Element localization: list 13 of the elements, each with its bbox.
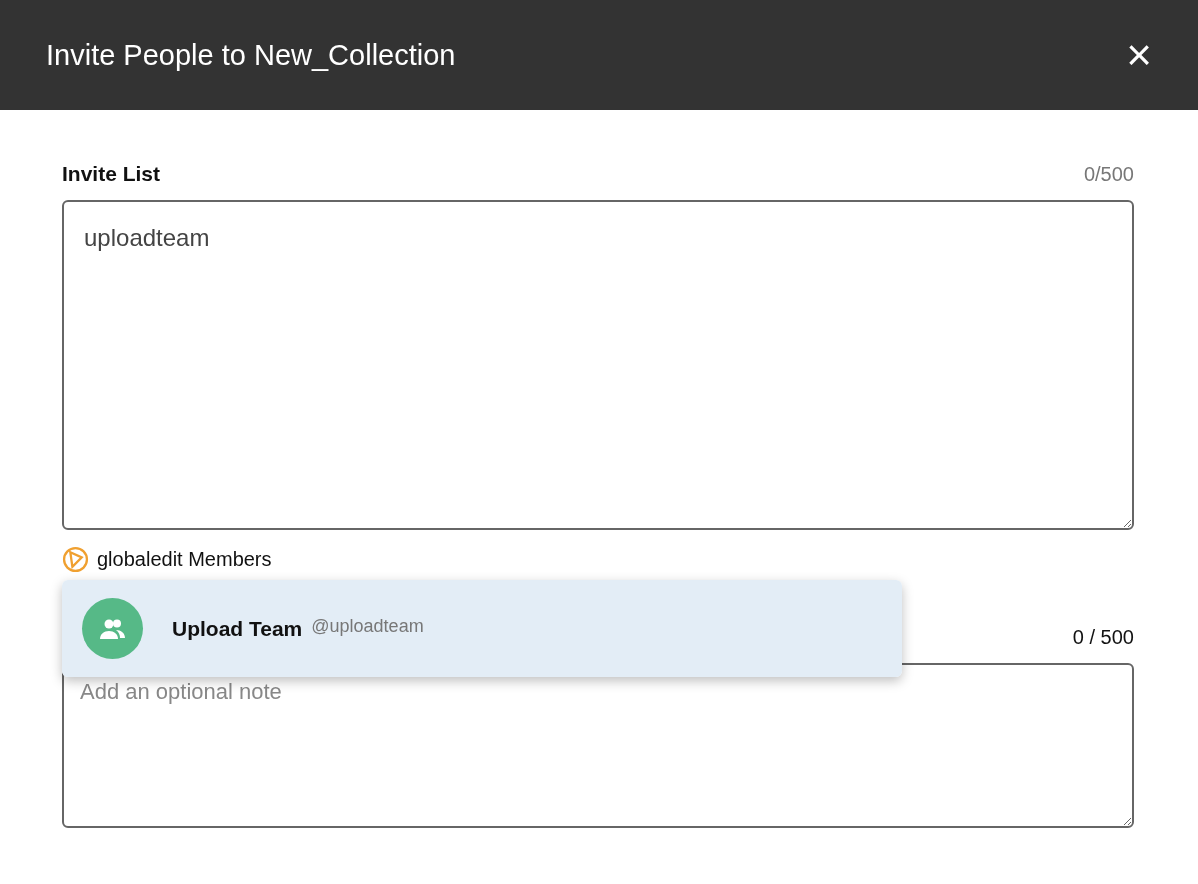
note-field[interactable]: Add an optional note: [62, 663, 1134, 828]
character-count: 0 / 500: [1072, 626, 1134, 649]
suggestion-item[interactable]: Upload Team @uploadteam: [62, 580, 902, 677]
group-handle: @uploadteam: [311, 616, 424, 637]
dialog-title: Invite People to New_Collection: [46, 38, 456, 72]
organization-name: globaledit Members: [97, 548, 272, 571]
character-count: 0/500: [1083, 163, 1134, 186]
close-button[interactable]: ×: [1126, 33, 1152, 77]
people-icon: [98, 617, 127, 640]
invite-list-label: Invite List: [62, 162, 161, 186]
invite-list-field[interactable]: uploadteam: [62, 200, 1134, 530]
group-name: Upload Team: [172, 616, 303, 641]
ring-logo-icon: [62, 546, 89, 573]
